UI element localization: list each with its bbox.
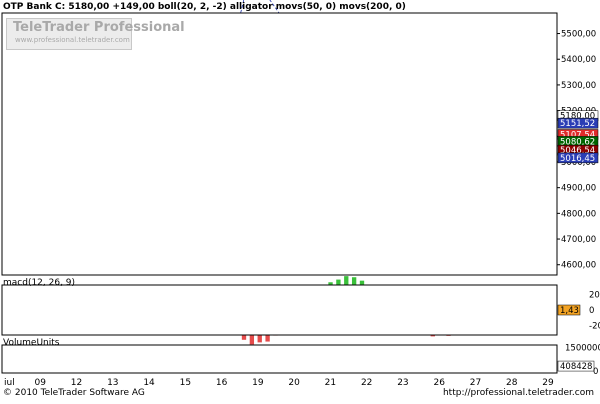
frame-layer [1, 12, 558, 374]
price-panel-frame [1, 12, 558, 276]
footer-copyright: © 2010 TeleTrader Software AG [3, 388, 145, 398]
x-tick-label: 22 [361, 378, 372, 388]
watermark-url: www.professional.teletrader.com [15, 36, 130, 44]
volume-y-tick-label: 0 [593, 367, 598, 377]
macd-y-tick-label: -20 [589, 322, 600, 332]
price-tag-label: 5016,45 [560, 154, 595, 164]
price-tags-layer: 5180,005151,525107,545080,625046,545016,… [557, 110, 599, 164]
x-tick-label: 19 [252, 378, 264, 388]
y-tick-label: 5300,00 [561, 81, 596, 91]
watermark-title: TeleTrader Professional [13, 20, 185, 35]
volume-title: VolumeUnits [3, 338, 60, 348]
volume-current-value: 408428 [560, 362, 592, 372]
x-tick-label: 13 [107, 378, 118, 388]
macd-panel-frame [1, 284, 558, 336]
x-tick-label: 20 [288, 378, 300, 388]
x-tick-label: 21 [325, 378, 336, 388]
chart-canvas: 201,430-20 15000004084280 iul09121314151… [0, 0, 600, 400]
x-tick-label: 27 [470, 378, 481, 388]
macd-y-tick-label: 0 [589, 306, 594, 316]
y-tick-label: 4800,00 [561, 209, 596, 219]
y-tick-label: 4900,00 [561, 184, 596, 194]
volume-panel-frame [1, 344, 558, 374]
macd-current-value: 1,43 [560, 306, 579, 316]
price-tag-label: 5151,52 [560, 119, 595, 129]
y-tick-label: 5500,00 [561, 30, 596, 40]
y-tick-label: 4700,00 [561, 235, 596, 245]
macd-title: macd(12, 26, 9) [3, 278, 76, 288]
x-tick-label: 09 [35, 378, 47, 388]
x-tick-label: 16 [216, 378, 228, 388]
x-tick-label: iul [4, 378, 15, 388]
x-tick-label: 12 [71, 378, 82, 388]
macd-header-band [0, 277, 600, 285]
y-tick-label: 4600,00 [561, 261, 596, 271]
macd-y-tick-label: 20 [589, 290, 600, 300]
watermark: TeleTrader Professional www.professional… [6, 18, 185, 50]
x-tick-label: 28 [506, 378, 518, 388]
x-tick-label: 29 [542, 378, 554, 388]
x-tick-label: 15 [180, 378, 191, 388]
x-tick-label: 23 [397, 378, 408, 388]
chart-window: 201,430-20 15000004084280 iul09121314151… [0, 0, 600, 400]
x-tick-label: 14 [143, 378, 155, 388]
volume-y-tick-label: 1500000 [565, 344, 600, 354]
volume-header-band [0, 337, 600, 345]
footer-url[interactable]: http://professional.teletrader.com [443, 388, 594, 398]
chart-header: OTP Bank C: 5180,00 +149,00 boll(20, 2, … [3, 2, 406, 12]
y-tick-label: 5400,00 [561, 55, 596, 65]
x-tick-label: 26 [433, 378, 445, 388]
